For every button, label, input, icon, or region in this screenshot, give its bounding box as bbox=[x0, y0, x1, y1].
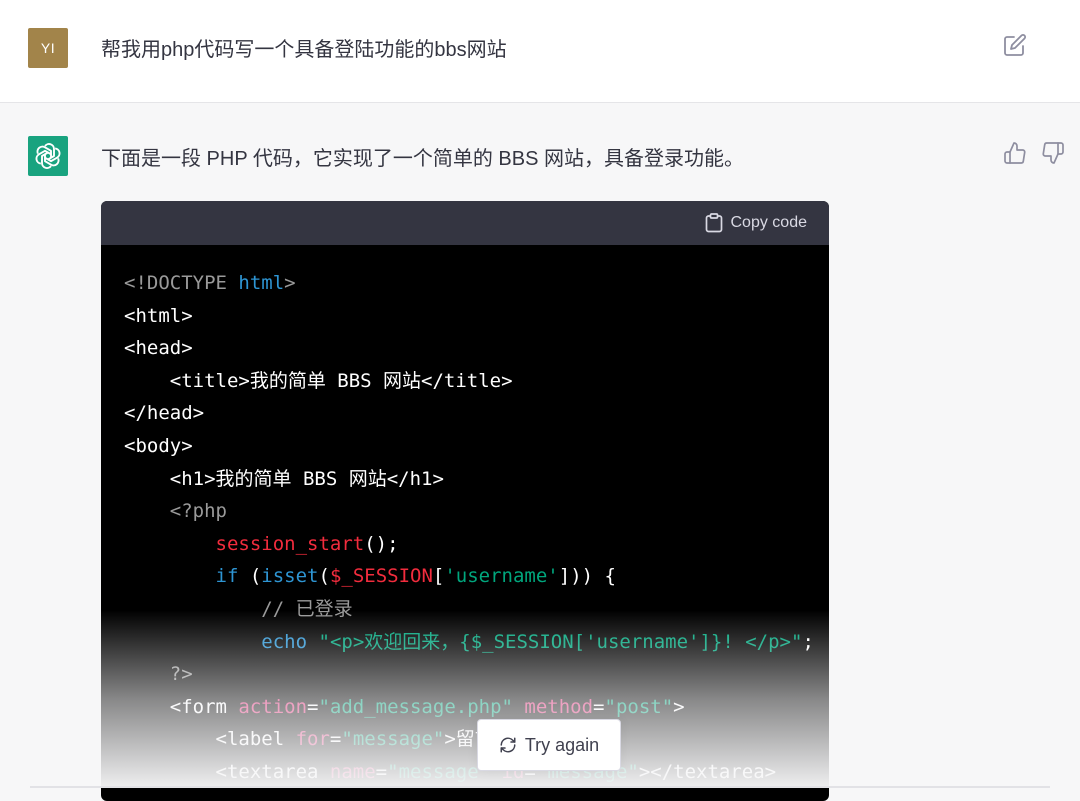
code-token: isset bbox=[261, 565, 319, 588]
code-line: <form action="add_message.php" method="p… bbox=[124, 691, 819, 724]
openai-logo-icon bbox=[28, 136, 68, 176]
code-token: for bbox=[295, 728, 330, 751]
code-token: "message" bbox=[387, 760, 491, 783]
code-token: [ bbox=[432, 565, 445, 588]
code-token: <html> bbox=[124, 304, 193, 327]
assistant-message-text: 下面是一段 PHP 代码，它实现了一个简单的 BBS 网站，具备登录功能。 bbox=[101, 148, 745, 170]
code-token: ( bbox=[238, 565, 262, 588]
code-line: <title>我的简单 BBS 网站</title> bbox=[124, 365, 819, 398]
code-token: 'username' bbox=[444, 565, 559, 588]
code-line: session_start(); bbox=[124, 528, 819, 561]
code-token: </head> bbox=[124, 402, 205, 425]
refresh-icon bbox=[500, 737, 516, 753]
try-again-button[interactable]: Try again bbox=[477, 719, 621, 771]
code-token: "post" bbox=[604, 695, 674, 718]
assistant-message-row: 下面是一段 PHP 代码，它实现了一个简单的 BBS 网站，具备登录功能。 Co… bbox=[0, 103, 1080, 801]
code-token: method bbox=[524, 695, 594, 718]
code-token: ( bbox=[318, 565, 330, 588]
code-token: "add_message.php" bbox=[318, 695, 513, 718]
code-token: ])) { bbox=[558, 565, 616, 588]
code-token: name bbox=[329, 760, 376, 783]
code-token: ; bbox=[802, 630, 814, 653]
copy-code-label: Copy code bbox=[730, 214, 808, 231]
code-block-header: Copy code bbox=[101, 201, 829, 245]
user-message-text: 帮我用php代码写一个具备登陆功能的bbs网站 bbox=[101, 39, 507, 61]
code-line: <head> bbox=[124, 332, 819, 365]
code-token: <title>我的简单 BBS 网站</title> bbox=[124, 369, 513, 392]
code-token: > bbox=[284, 272, 296, 294]
code-line: ?> bbox=[124, 658, 819, 691]
code-line: <html> bbox=[124, 300, 819, 333]
code-line: <label for="message">留言:</label> bbox=[124, 723, 819, 756]
code-token: "<p>欢迎回来，{$_SESSION['username']}! </p>" bbox=[318, 630, 803, 653]
code-token: > bbox=[673, 695, 685, 718]
code-token: // 已登录 bbox=[261, 597, 353, 620]
code-token: <!DOCTYPE bbox=[124, 272, 239, 294]
code-line: if (isset($_SESSION['username'])) { bbox=[124, 560, 819, 593]
code-content: <!DOCTYPE html> <html> <head> <title>我的简单 … bbox=[124, 267, 819, 789]
copy-code-button[interactable]: Copy code bbox=[705, 211, 808, 235]
try-again-label: Try again bbox=[524, 734, 600, 755]
code-token: <textarea bbox=[124, 760, 330, 783]
user-message-row: YI 帮我用php代码写一个具备登陆功能的bbs网站 bbox=[0, 0, 1080, 103]
code-token: echo bbox=[261, 630, 308, 653]
code-token: $_SESSION bbox=[329, 565, 433, 588]
code-token: if bbox=[215, 565, 239, 588]
code-token: = bbox=[375, 760, 388, 783]
code-line: </head> bbox=[124, 397, 819, 430]
code-token: <head> bbox=[124, 337, 193, 360]
code-line: <textarea name="message" id="message"></… bbox=[124, 756, 819, 789]
code-line: <?php bbox=[124, 495, 819, 528]
code-token: = bbox=[593, 695, 605, 718]
code-token: = bbox=[329, 728, 342, 751]
user-avatar: YI bbox=[28, 28, 68, 68]
clipboard-icon bbox=[705, 213, 722, 233]
code-token: session_start bbox=[215, 532, 365, 555]
code-line: // 已登录 bbox=[124, 593, 819, 626]
code-token: <?php bbox=[124, 500, 227, 523]
thumbs-up-icon[interactable] bbox=[1003, 141, 1027, 165]
code-line: <h1>我的简单 BBS 网站</h1> bbox=[124, 463, 819, 496]
code-token: (); bbox=[364, 532, 399, 555]
code-line: echo "<p>欢迎回来，{$_SESSION['username']}! <… bbox=[124, 626, 819, 659]
code-token: ?> bbox=[124, 663, 193, 686]
code-block: Copy code <!DOCTYPE html> <html> <head> <t… bbox=[101, 201, 829, 801]
thumbs-down-icon[interactable] bbox=[1041, 141, 1065, 165]
code-token: html bbox=[238, 272, 285, 294]
code-token: action bbox=[238, 695, 308, 718]
code-token: <h1>我的简单 BBS 网站</h1> bbox=[124, 467, 444, 490]
code-token: <body> bbox=[124, 434, 193, 457]
code-token: = bbox=[307, 695, 319, 718]
edit-icon[interactable] bbox=[1003, 33, 1027, 57]
code-token: <form bbox=[124, 695, 239, 718]
code-line: <!DOCTYPE html> bbox=[124, 267, 819, 300]
code-token: ></textarea> bbox=[638, 760, 777, 783]
code-token: <label bbox=[124, 728, 296, 751]
code-token: "message" bbox=[341, 728, 445, 751]
code-line: <body> bbox=[124, 430, 819, 463]
